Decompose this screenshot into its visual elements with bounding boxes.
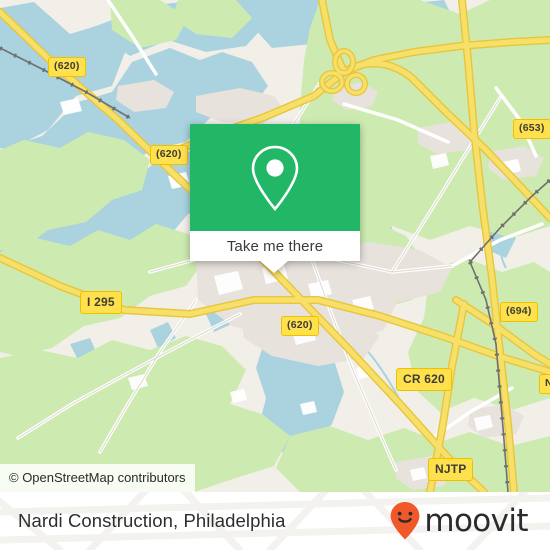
road-shield: (620) <box>150 145 188 165</box>
road-shield: CR 620 <box>396 368 452 391</box>
road-shield: I 295 <box>80 291 122 314</box>
moovit-brand[interactable]: moovit <box>389 501 529 541</box>
popup-action-bar[interactable]: Take me there <box>190 231 360 261</box>
road-shield: (620) <box>48 57 86 77</box>
road-shield: (694) <box>500 302 538 322</box>
map-canvas[interactable]: (620) (620) (653) I 295 (620) (694) CR 6… <box>0 0 550 492</box>
take-me-there-label: Take me there <box>226 237 324 255</box>
map-pin-icon <box>251 145 299 211</box>
osm-attribution[interactable]: © OpenStreetMap contributors <box>0 464 195 492</box>
popup-icon-area <box>190 124 360 231</box>
moovit-wordmark: moovit <box>424 502 528 539</box>
road-shield: (653) <box>513 119 550 139</box>
location-popup-card[interactable]: Take me there <box>190 124 360 273</box>
moovit-smiley-pin-icon <box>390 502 420 540</box>
road-shield: NJTP <box>428 458 474 481</box>
map-screenshot: (620) (620) (653) I 295 (620) (694) CR 6… <box>0 0 550 550</box>
place-title: Nardi Construction, Philadelphia <box>18 510 286 531</box>
road-shield: N <box>539 374 550 394</box>
road-shield: (620) <box>281 316 319 336</box>
popup-pointer-tail <box>260 261 288 273</box>
footer-bar: Nardi Construction, Philadelphia moovit <box>0 492 550 550</box>
